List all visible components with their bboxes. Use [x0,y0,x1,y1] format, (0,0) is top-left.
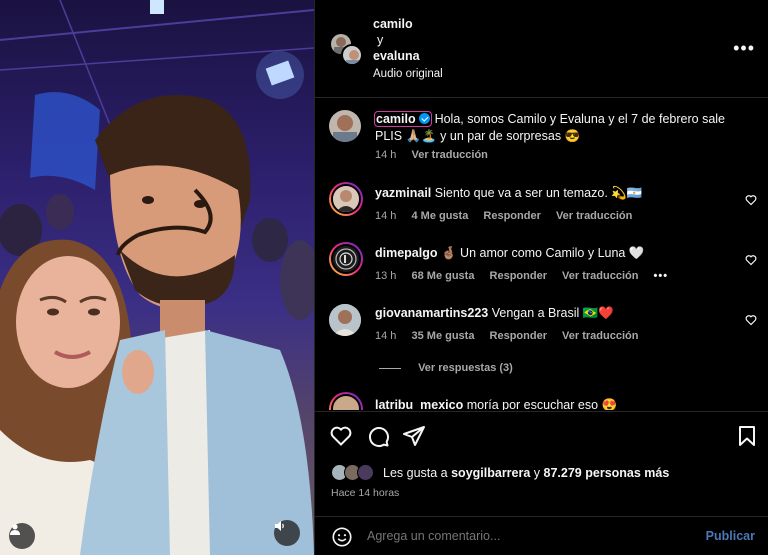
translate-link[interactable]: Ver traducción [562,270,638,282]
comment-likes[interactable]: 68 Me gusta [411,270,474,282]
comment-body: dimepalgo 🤞🏽 Un amor como Camilo y Luna … [375,245,733,262]
comment-text: 🤞🏽 Un amor como Camilo y Luna 🤍 [441,246,645,260]
audio-toggle-button[interactable] [274,520,300,546]
caption-time: 14 h [375,149,397,161]
reply-button[interactable]: Responder [490,330,547,342]
reply-button[interactable]: Responder [483,210,540,222]
comment-username[interactable]: giovanamartins223 [375,306,488,320]
collab-avatars[interactable] [331,34,363,66]
comment-meta: 13 h 68 Me gusta Responder Ver traducció… [375,270,680,282]
header-text: camilo y evaluna Audio original [373,16,443,82]
smiley-icon[interactable] [331,526,353,548]
caption-body: camilo Hola, somos Camilo y Evaluna y el… [373,111,753,145]
publish-button[interactable]: Publicar [706,529,755,543]
translate-link[interactable]: Ver traducción [411,149,487,161]
likes-prefix: Les gusta a [383,466,452,480]
post-photo [0,0,314,555]
view-replies[interactable]: Ver respuestas (3) [379,362,513,374]
avatar[interactable] [329,304,361,336]
heart-icon[interactable] [745,254,757,266]
heart-icon[interactable] [745,314,757,326]
comment-time: 13 h [375,270,397,282]
avatar[interactable] [329,182,363,216]
avatar [341,44,363,66]
more-horizontal-icon: ••• [733,38,755,58]
comment-username[interactable]: latribu_mexico [375,398,463,410]
user-icon [10,524,20,535]
post-timestamp[interactable]: Hace 14 horas [331,487,399,499]
bookmark-icon[interactable] [735,424,759,448]
liker-avatars [331,464,379,482]
likes-count[interactable]: 87.279 personas más [544,466,670,480]
comment-body: latribu_mexico moría por escuchar eso 😍 [375,397,733,410]
collab-connector: y [377,33,384,47]
comment-composer: Publicar [315,516,768,555]
comment-body: giovanamartins223 Vengan a Brasil 🇧🇷❤️ [375,305,733,322]
view-replies-label[interactable]: Ver respuestas (3) [418,362,513,374]
collab-user-2[interactable]: evaluna [373,48,443,64]
post-details-panel: camilo y evaluna Audio original ••• cami… [314,0,768,555]
comment-username[interactable]: yazminail [375,186,431,200]
comment-text: Siento que va a ser un temazo. 💫🇦🇷 [434,186,643,200]
heart-icon[interactable] [329,424,353,448]
tagged-users-button[interactable] [9,523,35,549]
likes-middle: y [530,466,544,480]
comment-likes[interactable]: 35 Me gusta [411,330,474,342]
comment-meta: 14 h 35 Me gusta Responder Ver traducció… [375,330,650,342]
more-options-button[interactable]: ••• [733,38,755,59]
comment-username[interactable]: dimepalgo [375,246,438,260]
avatar[interactable] [329,242,363,276]
comment-icon[interactable] [366,424,390,448]
avatar[interactable] [329,392,363,410]
audio-label[interactable]: Audio original [373,66,443,82]
avatar [357,464,374,481]
comment-text: moría por escuchar eso 😍 [466,398,618,410]
post-actions: Les gusta a soygilbarrera y 87.279 perso… [315,411,768,517]
replies-divider [379,367,401,369]
comment-likes[interactable]: 4 Me gusta [411,210,468,222]
translate-link[interactable]: Ver traducción [556,210,632,222]
comment-time: 14 h [375,330,397,342]
comment-options-button[interactable]: ••• [654,270,669,282]
likes-text: Les gusta a soygilbarrera y 87.279 perso… [383,466,669,480]
caption-username[interactable]: camilo [376,112,416,126]
heart-icon[interactable] [745,194,757,206]
comment-meta: 14 h 4 Me gusta Responder Ver traducción [375,210,644,222]
comment-body: yazminail Siento que va a ser un temazo.… [375,185,733,202]
avatar[interactable] [329,110,361,142]
caption-meta: 14 h Ver traducción [375,149,500,161]
comment-time: 14 h [375,210,397,222]
speaker-icon [275,521,284,531]
comment-text: Vengan a Brasil 🇧🇷❤️ [491,306,614,320]
verified-icon [419,113,431,124]
send-icon[interactable] [402,424,426,448]
collab-user-1[interactable]: camilo [373,16,443,32]
comment-input[interactable] [367,529,667,543]
caption-username-wrap[interactable]: camilo [373,111,433,127]
comments-list[interactable]: camilo Hola, somos Camilo y Evaluna y el… [315,98,768,410]
translate-link[interactable]: Ver traducción [562,330,638,342]
post-header: camilo y evaluna Audio original ••• [315,0,768,98]
reply-button[interactable]: Responder [490,270,547,282]
post-media[interactable] [0,0,314,555]
likes-user[interactable]: soygilbarrera [451,466,530,480]
